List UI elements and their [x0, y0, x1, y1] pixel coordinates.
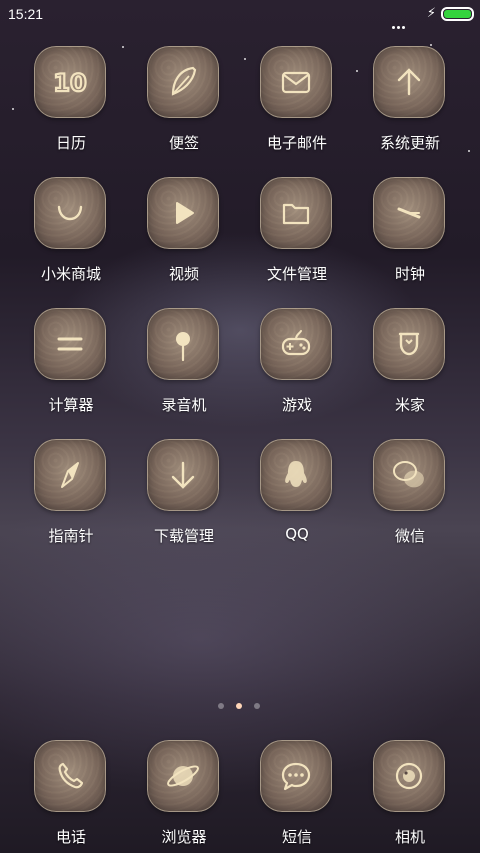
app-notes[interactable]: 便签	[147, 46, 221, 152]
app-label: 计算器	[48, 396, 94, 414]
app-compass[interactable]: 指南针	[34, 439, 108, 545]
planet-icon	[163, 756, 203, 796]
app-tile	[260, 46, 332, 118]
app-label: 相机	[394, 828, 425, 846]
app-tile: 10	[34, 46, 106, 118]
dock-phone[interactable]: 电话	[34, 740, 108, 846]
page-dot-active[interactable]	[236, 703, 242, 709]
app-tile	[260, 740, 332, 812]
app-tile	[147, 46, 219, 118]
app-video[interactable]: 视频	[147, 177, 221, 283]
starfield	[0, 0, 480, 853]
app-label: 下载管理	[153, 527, 214, 545]
app-tile	[147, 308, 219, 380]
app-tile	[147, 740, 219, 812]
charging-icon: ⚡	[426, 6, 436, 21]
page-dot[interactable]	[254, 703, 260, 709]
app-label: 指南针	[48, 527, 94, 545]
app-tile	[147, 177, 219, 249]
app-download-manager[interactable]: 下载管理	[147, 439, 221, 545]
app-games[interactable]: 游戏	[260, 308, 334, 414]
battery-icon	[441, 7, 474, 21]
mail-icon	[276, 62, 316, 102]
app-label: 浏览器	[161, 828, 207, 846]
app-label: 日历	[55, 134, 86, 152]
app-label: 电子邮件	[266, 134, 327, 152]
app-recorder[interactable]: 录音机	[147, 308, 221, 414]
app-email[interactable]: 电子邮件	[260, 46, 334, 152]
app-label: QQ	[285, 525, 309, 543]
mijia-icon	[389, 324, 429, 364]
app-system-update[interactable]: 系统更新	[373, 46, 447, 152]
app-tile	[34, 439, 106, 511]
battery-fill	[444, 10, 471, 18]
app-mijia[interactable]: 米家	[373, 308, 447, 414]
app-label: 系统更新	[379, 134, 440, 152]
svg-text:10: 10	[53, 69, 86, 97]
app-tile	[260, 308, 332, 380]
arrow-up-icon	[389, 62, 429, 102]
dock-browser[interactable]: 浏览器	[147, 740, 221, 846]
app-mi-store[interactable]: 小米商城	[34, 177, 108, 283]
app-label: 视频	[168, 265, 199, 283]
compass-icon	[50, 455, 90, 495]
smile-icon	[50, 193, 90, 233]
app-label: 录音机	[161, 396, 207, 414]
equals-icon	[50, 324, 90, 364]
clock-icon	[389, 193, 429, 233]
app-tile	[373, 439, 445, 511]
phone-icon	[50, 756, 90, 796]
dock-camera[interactable]: 相机	[373, 740, 447, 846]
page-indicator	[218, 703, 262, 709]
camera-icon	[389, 756, 429, 796]
status-time: 15:21	[8, 6, 44, 22]
app-wechat[interactable]: 微信	[373, 439, 447, 545]
app-qq[interactable]: QQ	[260, 439, 334, 543]
app-label: 游戏	[281, 396, 312, 414]
app-label: 米家	[394, 396, 425, 414]
app-tile	[373, 740, 445, 812]
feather-icon	[163, 62, 203, 102]
calendar-icon: 10	[50, 62, 90, 102]
download-icon	[163, 455, 203, 495]
app-label: 微信	[394, 527, 425, 545]
app-tile	[373, 177, 445, 249]
app-label: 小米商城	[40, 265, 101, 283]
app-tile	[34, 740, 106, 812]
app-tile	[373, 46, 445, 118]
app-tile	[147, 439, 219, 511]
status-bar: 15:21 ⚡	[0, 0, 480, 29]
app-label: 文件管理	[266, 265, 327, 283]
signal-dots-icon	[392, 14, 410, 29]
app-tile	[260, 177, 332, 249]
app-tile	[34, 308, 106, 380]
dock-messages[interactable]: 短信	[260, 740, 334, 846]
microphone-icon	[163, 324, 203, 364]
app-calculator[interactable]: 计算器	[34, 308, 108, 414]
app-clock[interactable]: 时钟	[373, 177, 447, 283]
app-file-manager[interactable]: 文件管理	[260, 177, 334, 283]
app-calendar[interactable]: 10 日历	[34, 46, 108, 152]
app-label: 电话	[55, 828, 86, 846]
wechat-icon	[389, 455, 429, 495]
app-tile	[260, 439, 332, 511]
page-dot[interactable]	[218, 703, 224, 709]
folder-icon	[276, 193, 316, 233]
app-label: 短信	[281, 828, 312, 846]
app-label: 便签	[168, 134, 199, 152]
gamepad-icon	[276, 324, 316, 364]
app-label: 时钟	[394, 265, 425, 283]
play-icon	[163, 193, 203, 233]
app-tile	[34, 177, 106, 249]
message-icon	[276, 756, 316, 796]
app-tile	[373, 308, 445, 380]
penguin-icon	[276, 455, 316, 495]
